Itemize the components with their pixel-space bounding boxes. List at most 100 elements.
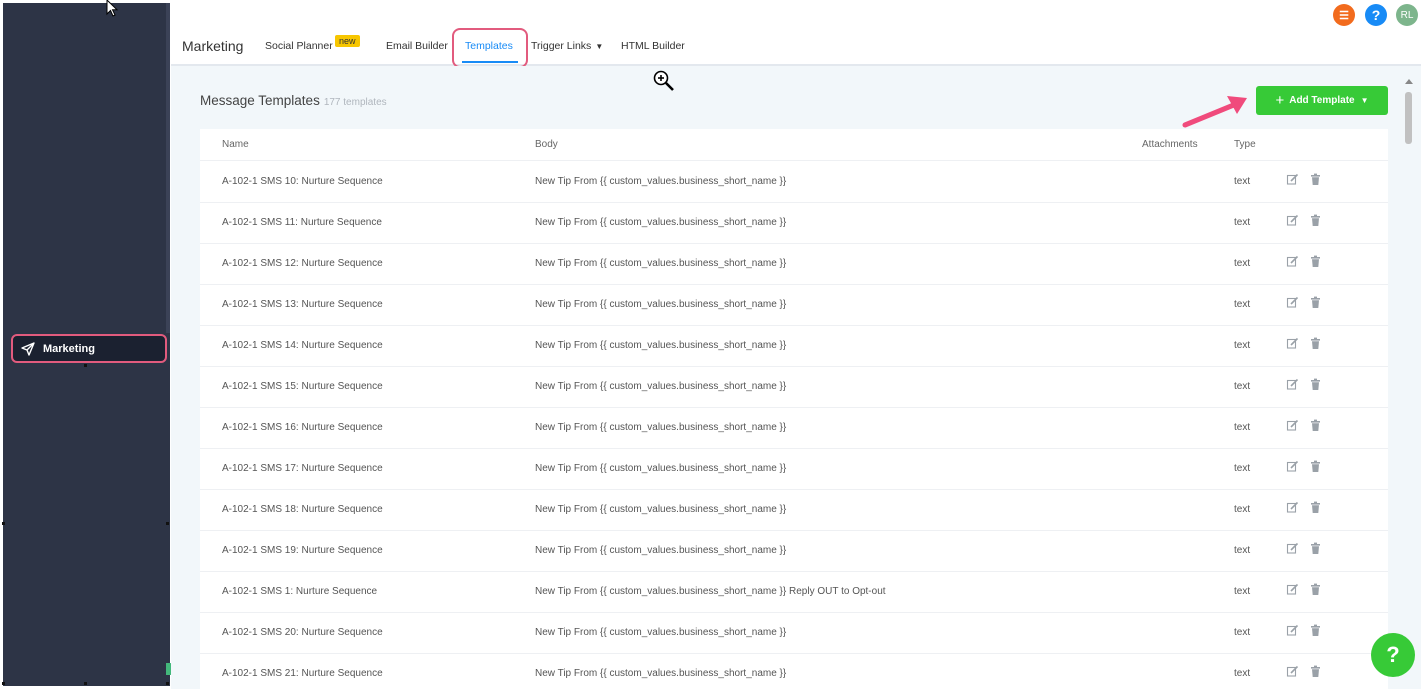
sidebar-item-marketing[interactable]: Marketing <box>11 334 167 363</box>
list-icon[interactable]: ☰ <box>1333 4 1355 26</box>
pointer-arrow-annotation <box>1182 96 1247 128</box>
help-icon[interactable]: ? <box>1365 4 1387 26</box>
template-type: text <box>1234 668 1251 679</box>
edit-icon[interactable] <box>1286 337 1299 350</box>
resize-handle <box>166 682 169 685</box>
table-row[interactable]: A-102-1 SMS 21: Nurture Sequence New Tip … <box>200 653 1388 689</box>
edit-icon[interactable] <box>1286 542 1299 555</box>
edit-icon[interactable] <box>1286 419 1299 432</box>
template-body: New Tip From {{ custom_values.business_s… <box>535 381 787 392</box>
template-name: A-102-1 SMS 19: Nurture Sequence <box>222 545 383 556</box>
template-body: New Tip From {{ custom_values.business_s… <box>535 176 787 187</box>
edit-icon[interactable] <box>1286 173 1299 186</box>
active-tab-underline <box>462 61 518 63</box>
template-type: text <box>1234 381 1251 392</box>
template-type: text <box>1234 176 1251 187</box>
trash-icon[interactable] <box>1309 624 1322 637</box>
template-body: New Tip From {{ custom_values.business_s… <box>535 299 787 310</box>
tab-label: Social Planner <box>265 40 333 52</box>
resize-handle <box>2 522 5 525</box>
tab-label: Trigger Links <box>531 40 592 52</box>
template-body: New Tip From {{ custom_values.business_s… <box>535 217 787 228</box>
chevron-down-icon: ▼ <box>1360 96 1369 105</box>
edit-icon[interactable] <box>1286 665 1299 678</box>
scroll-up-arrow[interactable] <box>1405 79 1413 84</box>
zoom-in-cursor-icon <box>653 70 674 91</box>
trash-icon[interactable] <box>1309 542 1322 555</box>
table-row[interactable]: A-102-1 SMS 1: Nurture Sequence New Tip F… <box>200 571 1388 613</box>
template-type: text <box>1234 627 1251 638</box>
table-row[interactable]: A-102-1 SMS 19: Nurture Sequence New Tip … <box>200 530 1388 572</box>
trash-icon[interactable] <box>1309 214 1322 227</box>
template-type: text <box>1234 217 1251 228</box>
template-body: New Tip From {{ custom_values.business_s… <box>535 340 787 351</box>
tab-social-planner[interactable]: Social Planner <box>265 40 333 52</box>
tab-templates[interactable]: Templates <box>465 40 513 52</box>
template-body: New Tip From {{ custom_values.business_s… <box>535 545 787 556</box>
tab-trigger-links[interactable]: Trigger Links ▼ <box>531 40 603 52</box>
trash-icon[interactable] <box>1309 460 1322 473</box>
table-row[interactable]: A-102-1 SMS 18: Nurture Sequence New Tip … <box>200 489 1388 531</box>
trash-icon[interactable] <box>1309 255 1322 268</box>
template-name: A-102-1 SMS 21: Nurture Sequence <box>222 668 383 679</box>
tab-html-builder[interactable]: HTML Builder <box>621 40 685 52</box>
table-row[interactable]: A-102-1 SMS 14: Nurture Sequence New Tip … <box>200 325 1388 367</box>
help-chat-button[interactable]: ? <box>1371 633 1415 677</box>
tab-label: Templates <box>465 40 513 52</box>
row-actions <box>1286 378 1322 391</box>
template-name: A-102-1 SMS 11: Nurture Sequence <box>222 217 382 228</box>
trash-icon[interactable] <box>1309 419 1322 432</box>
trash-icon[interactable] <box>1309 337 1322 350</box>
templates-table: Name Body Attachments Type A-102-1 SMS 1… <box>200 129 1388 689</box>
add-template-button[interactable]: + Add Template ▼ <box>1256 86 1388 115</box>
template-body: New Tip From {{ custom_values.business_s… <box>535 258 787 269</box>
edit-icon[interactable] <box>1286 501 1299 514</box>
table-row[interactable]: A-102-1 SMS 13: Nurture Sequence New Tip … <box>200 284 1388 326</box>
section-title: Message Templates 177 templates <box>200 93 387 108</box>
table-row[interactable]: A-102-1 SMS 15: Nurture Sequence New Tip … <box>200 366 1388 408</box>
template-name: A-102-1 SMS 20: Nurture Sequence <box>222 627 383 638</box>
sidebar-scroll-edge <box>166 3 170 333</box>
table-row[interactable]: A-102-1 SMS 12: Nurture Sequence New Tip … <box>200 243 1388 285</box>
template-type: text <box>1234 586 1251 597</box>
trash-icon[interactable] <box>1309 378 1322 391</box>
column-header-attachments: Attachments <box>1142 139 1198 150</box>
trash-icon[interactable] <box>1309 173 1322 186</box>
trash-icon[interactable] <box>1309 296 1322 309</box>
user-avatar[interactable]: RL <box>1396 4 1418 26</box>
plus-icon: + <box>1275 92 1285 109</box>
trash-icon[interactable] <box>1309 501 1322 514</box>
template-body: New Tip From {{ custom_values.business_s… <box>535 504 787 515</box>
table-row[interactable]: A-102-1 SMS 10: Nurture Sequence New Tip … <box>200 161 1388 203</box>
page-title: Marketing <box>182 38 244 54</box>
table-row[interactable]: A-102-1 SMS 17: Nurture Sequence New Tip … <box>200 448 1388 490</box>
resize-handle <box>2 682 5 685</box>
tab-email-builder[interactable]: Email Builder <box>386 40 448 52</box>
column-header-body: Body <box>535 139 558 150</box>
table-row[interactable]: A-102-1 SMS 11: Nurture Sequence New Tip … <box>200 202 1388 244</box>
scrollbar-thumb[interactable] <box>1405 92 1412 144</box>
row-actions <box>1286 296 1322 309</box>
resize-handle <box>84 364 87 367</box>
edit-icon[interactable] <box>1286 583 1299 596</box>
template-body: New Tip From {{ custom_values.business_s… <box>535 586 886 597</box>
template-type: text <box>1234 258 1251 269</box>
row-actions <box>1286 460 1322 473</box>
edit-icon[interactable] <box>1286 378 1299 391</box>
edit-icon[interactable] <box>1286 460 1299 473</box>
edit-icon[interactable] <box>1286 296 1299 309</box>
edit-icon[interactable] <box>1286 214 1299 227</box>
trash-icon[interactable] <box>1309 665 1322 678</box>
template-name: A-102-1 SMS 10: Nurture Sequence <box>222 176 383 187</box>
edit-icon[interactable] <box>1286 624 1299 637</box>
edit-icon[interactable] <box>1286 255 1299 268</box>
resize-handle <box>166 522 169 525</box>
table-row[interactable]: A-102-1 SMS 20: Nurture Sequence New Tip … <box>200 612 1388 654</box>
sidebar-item-label: Marketing <box>43 342 95 355</box>
trash-icon[interactable] <box>1309 583 1322 596</box>
template-name: A-102-1 SMS 17: Nurture Sequence <box>222 463 383 474</box>
table-row[interactable]: A-102-1 SMS 16: Nurture Sequence New Tip … <box>200 407 1388 449</box>
template-body: New Tip From {{ custom_values.business_s… <box>535 627 787 638</box>
row-actions <box>1286 255 1322 268</box>
chevron-down-icon: ▼ <box>595 41 604 51</box>
